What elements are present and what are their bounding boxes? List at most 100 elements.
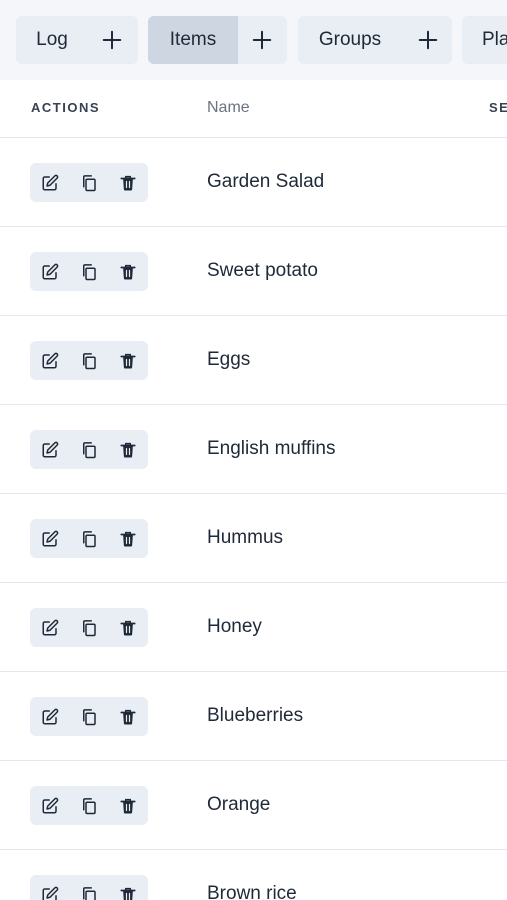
edit-icon (42, 441, 58, 457)
duplicate-button[interactable] (69, 875, 108, 900)
copy-icon (82, 352, 96, 369)
row-actions (30, 875, 148, 900)
tab-bar: Log Items Groups Pla (0, 0, 507, 80)
edit-button[interactable] (30, 252, 69, 291)
item-name[interactable]: Garden Salad (207, 171, 324, 193)
item-name[interactable]: Eggs (207, 349, 250, 371)
table-row: Hummus (0, 494, 507, 583)
tab-groups[interactable]: Groups (298, 16, 452, 64)
delete-button[interactable] (108, 519, 147, 558)
table-row: Garden Salad (0, 138, 507, 227)
item-name[interactable]: Sweet potato (207, 260, 318, 282)
table-row: Blueberries (0, 672, 507, 761)
edit-button[interactable] (30, 163, 69, 202)
item-name[interactable]: Honey (207, 616, 262, 638)
actions-column-header: ACTIONS (31, 100, 100, 115)
edit-icon (42, 797, 58, 813)
plus-icon (102, 30, 122, 50)
copy-icon (82, 263, 96, 280)
edit-button[interactable] (30, 430, 69, 469)
trash-icon (119, 442, 136, 457)
edit-button[interactable] (30, 697, 69, 736)
trash-icon (119, 264, 136, 279)
edit-button[interactable] (30, 341, 69, 380)
row-actions (30, 519, 148, 558)
edit-icon (42, 619, 58, 635)
delete-button[interactable] (108, 252, 147, 291)
delete-button[interactable] (108, 430, 147, 469)
item-name[interactable]: Brown rice (207, 883, 297, 900)
copy-icon (82, 797, 96, 814)
delete-button[interactable] (108, 875, 147, 900)
edit-icon (42, 886, 58, 900)
tab-items[interactable]: Items (148, 16, 287, 64)
row-actions (30, 786, 148, 825)
edit-button[interactable] (30, 519, 69, 558)
delete-button[interactable] (108, 608, 147, 647)
edit-icon (42, 530, 58, 546)
item-name[interactable]: Orange (207, 794, 270, 816)
tab-log-label[interactable]: Log (16, 16, 88, 64)
row-actions (30, 608, 148, 647)
name-column-header[interactable]: Name (207, 99, 250, 117)
row-actions (30, 252, 148, 291)
table-header: ACTIONS Name SE (0, 80, 507, 138)
add-group-button[interactable] (404, 16, 452, 64)
table-row: Brown rice (0, 850, 507, 900)
edit-button[interactable] (30, 608, 69, 647)
next-column-header[interactable]: SE (489, 100, 507, 115)
delete-button[interactable] (108, 341, 147, 380)
edit-icon (42, 708, 58, 724)
duplicate-button[interactable] (69, 430, 108, 469)
row-actions (30, 163, 148, 202)
item-name[interactable]: Blueberries (207, 705, 303, 727)
duplicate-button[interactable] (69, 163, 108, 202)
tab-items-label[interactable]: Items (148, 16, 238, 64)
trash-icon (119, 175, 136, 190)
copy-icon (82, 619, 96, 636)
edit-button[interactable] (30, 786, 69, 825)
copy-icon (82, 441, 96, 458)
table-row: English muffins (0, 405, 507, 494)
delete-button[interactable] (108, 163, 147, 202)
table-body: Garden Salad Sweet potato Eggs English m… (0, 138, 507, 900)
table-row: Eggs (0, 316, 507, 405)
plus-icon (418, 30, 438, 50)
duplicate-button[interactable] (69, 519, 108, 558)
add-item-button[interactable] (238, 16, 286, 64)
table-row: Honey (0, 583, 507, 672)
copy-icon (82, 886, 96, 900)
tab-log[interactable]: Log (16, 16, 138, 64)
edit-button[interactable] (30, 875, 69, 900)
trash-icon (119, 353, 136, 368)
trash-icon (119, 887, 136, 900)
trash-icon (119, 531, 136, 546)
copy-icon (82, 530, 96, 547)
copy-icon (82, 174, 96, 191)
duplicate-button[interactable] (69, 252, 108, 291)
table-row: Sweet potato (0, 227, 507, 316)
tab-groups-label[interactable]: Groups (298, 16, 402, 64)
item-name[interactable]: Hummus (207, 527, 283, 549)
copy-icon (82, 708, 96, 725)
duplicate-button[interactable] (69, 786, 108, 825)
row-actions (30, 341, 148, 380)
edit-icon (42, 352, 58, 368)
delete-button[interactable] (108, 697, 147, 736)
item-name[interactable]: English muffins (207, 438, 336, 460)
row-actions (30, 697, 148, 736)
tab-partial[interactable]: Pla (462, 16, 507, 64)
add-log-button[interactable] (88, 16, 136, 64)
edit-icon (42, 174, 58, 190)
delete-button[interactable] (108, 786, 147, 825)
page: Log Items Groups Pla ACTIONS Name SE Gar… (0, 0, 507, 900)
trash-icon (119, 798, 136, 813)
duplicate-button[interactable] (69, 608, 108, 647)
duplicate-button[interactable] (69, 697, 108, 736)
tab-partial-label[interactable]: Pla (462, 16, 507, 64)
duplicate-button[interactable] (69, 341, 108, 380)
plus-icon (252, 30, 272, 50)
trash-icon (119, 709, 136, 724)
trash-icon (119, 620, 136, 635)
edit-icon (42, 263, 58, 279)
